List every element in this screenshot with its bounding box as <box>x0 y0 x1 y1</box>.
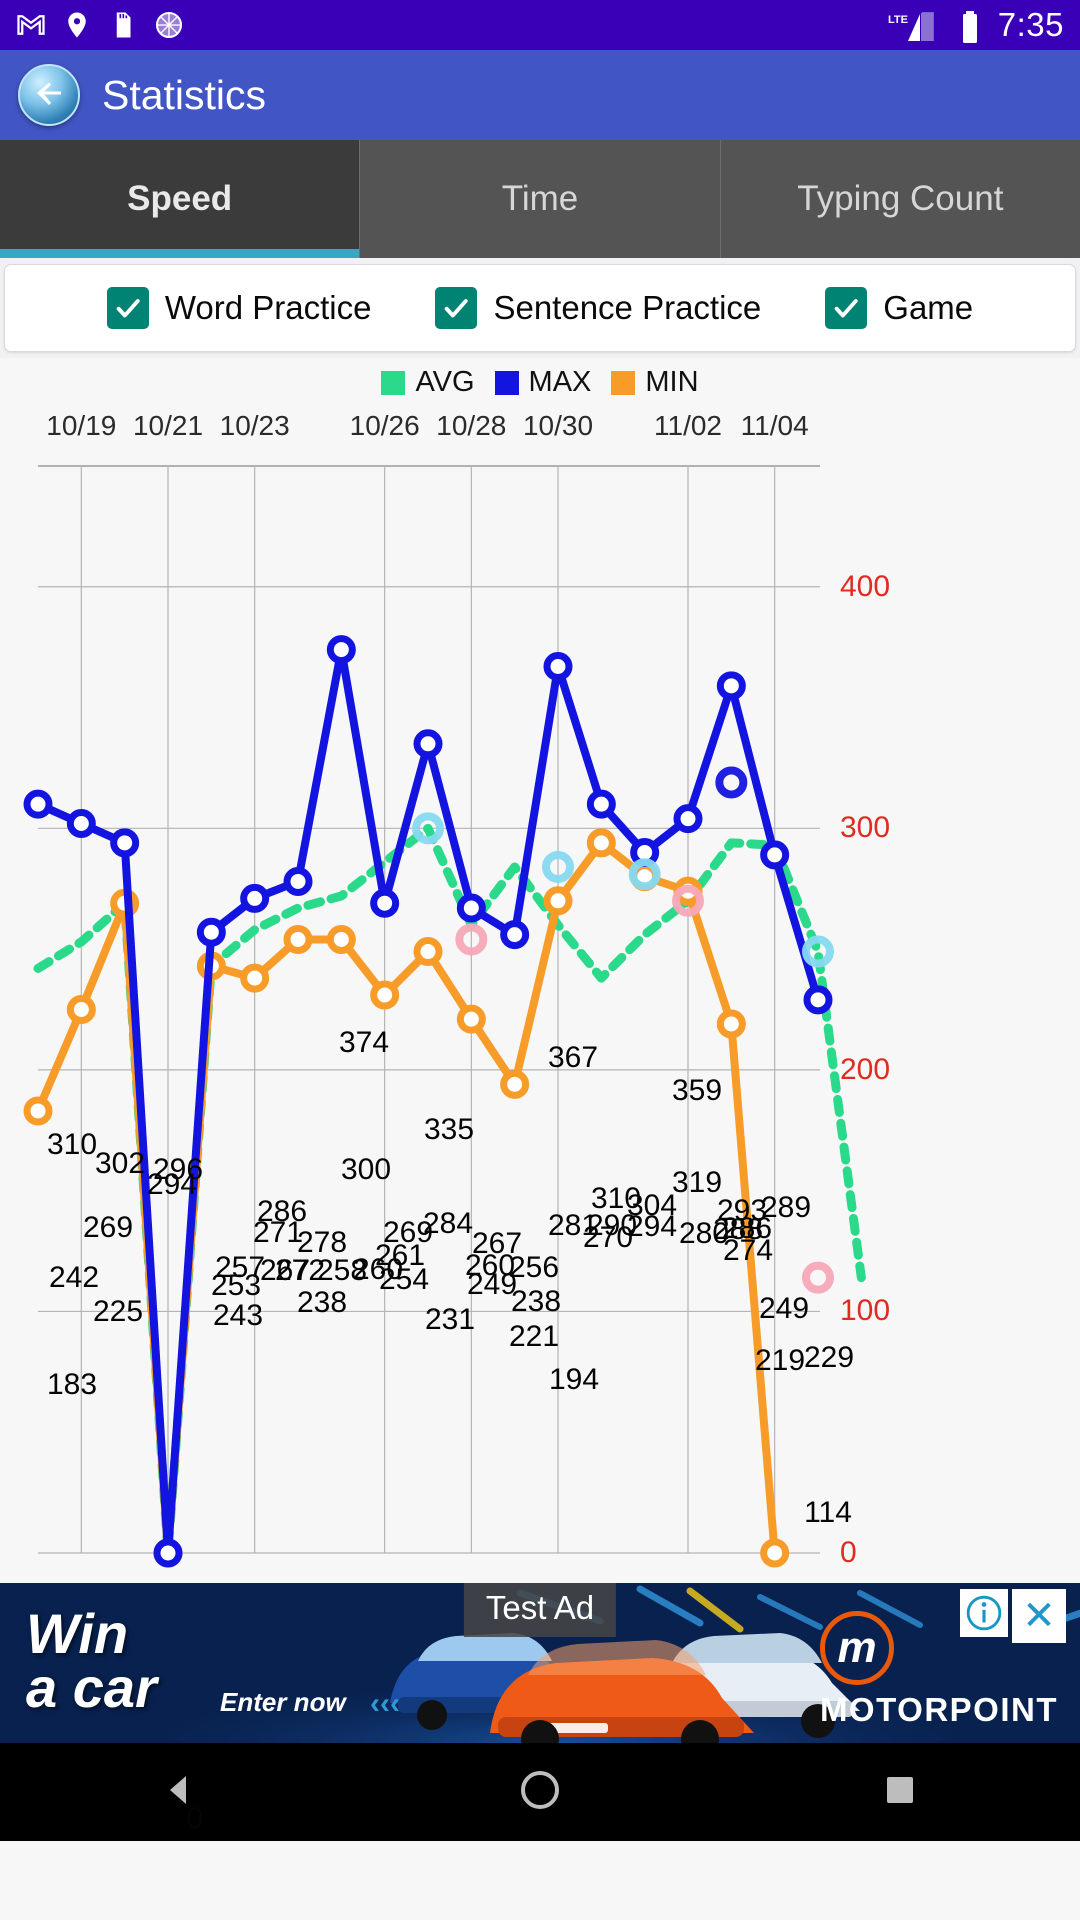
filter-section: Word Practice Sentence Practice Game <box>0 258 1080 358</box>
filter-card: Word Practice Sentence Practice Game <box>4 264 1076 352</box>
location-icon <box>62 10 92 40</box>
checkbox-sentence-practice[interactable]: Sentence Practice <box>435 287 761 329</box>
sd-card-icon <box>108 10 138 40</box>
nav-back-button[interactable] <box>120 1743 240 1841</box>
circle-loading-icon <box>154 10 184 40</box>
data-point-label: 289 <box>760 1191 812 1224</box>
y-tick-label: 200 <box>840 1052 891 1086</box>
ad-headline-line1: Win <box>26 1602 129 1665</box>
tab-speed[interactable]: Speed <box>0 140 361 258</box>
data-point-label: 284 <box>422 1207 474 1240</box>
data-point-label: 286 <box>256 1195 308 1228</box>
tab-time-label: Time <box>501 179 579 218</box>
y-tick-label: 100 <box>840 1294 891 1328</box>
data-point-label: 231 <box>424 1303 476 1336</box>
checkbox-game-label: Game <box>883 289 974 326</box>
ad-banner[interactable]: Win a car Enter now ‹‹‹ m MOTORPOINT Tes… <box>0 1583 1080 1743</box>
square-recents-icon <box>880 1770 920 1815</box>
data-point-label: 254 <box>378 1263 430 1296</box>
data-point-label: 0 <box>186 1802 204 1835</box>
lte-signal-icon: LTE <box>886 10 948 41</box>
circle-home-icon <box>518 1768 562 1817</box>
nav-home-button[interactable] <box>480 1743 600 1841</box>
data-point-label: 194 <box>548 1363 600 1396</box>
tab-time[interactable]: Time <box>360 140 721 258</box>
data-point-label: 249 <box>758 1292 810 1325</box>
status-bar-right-icons: LTE 7:35 <box>886 6 1064 44</box>
chart-plot <box>23 465 866 1568</box>
data-point-label: 114 <box>804 1496 852 1529</box>
y-tick-label: 400 <box>840 569 891 603</box>
checkbox-word-practice-label: Word Practice <box>164 289 372 326</box>
speed-chart: AVG MAX MIN 10/19 10/21 10/23 10/26 10/28 10/… <box>0 358 1080 1834</box>
data-point-label: 359 <box>671 1074 723 1107</box>
check-icon <box>435 287 478 329</box>
info-icon[interactable] <box>960 1589 1008 1637</box>
battery-icon <box>960 10 980 43</box>
checkbox-word-practice[interactable]: Word Practice <box>106 287 372 329</box>
data-point-label: 243 <box>212 1299 264 1332</box>
data-point-label: 310 <box>46 1128 98 1161</box>
ad-logo-icon: m <box>820 1611 894 1685</box>
ad-cta: Enter now <box>220 1687 346 1717</box>
ad-headline-line2: a car <box>26 1655 157 1719</box>
data-point-label: 238 <box>296 1286 348 1319</box>
app-bar: Statistics <box>0 50 1080 140</box>
data-point-label: 319 <box>671 1166 723 1199</box>
data-point-label: 374 <box>338 1026 390 1059</box>
back-arrow-icon <box>31 75 67 116</box>
data-point-label: 242 <box>48 1261 100 1294</box>
data-point-label: 183 <box>46 1368 98 1401</box>
android-nav-bar <box>0 1743 1080 1841</box>
data-point-label: 225 <box>92 1295 144 1328</box>
data-point-label: 300 <box>340 1153 392 1186</box>
data-point-label: 229 <box>803 1341 855 1374</box>
data-point-label: 294 <box>626 1210 678 1243</box>
svg-text:LTE: LTE <box>888 14 908 26</box>
checkbox-game[interactable]: Game <box>825 287 973 329</box>
y-tick-label: 300 <box>840 811 891 845</box>
ad-chevrons: ‹‹‹ <box>370 1687 400 1720</box>
data-point-label: 253 <box>210 1269 262 1302</box>
tab-speed-label: Speed <box>127 179 233 218</box>
status-bar: LTE 7:35 <box>0 0 1080 50</box>
check-icon <box>825 287 868 329</box>
close-icon[interactable]: ✕ <box>1012 1589 1066 1643</box>
data-point-label: 294 <box>146 1168 198 1201</box>
tab-bar: Speed Time Typing Count <box>0 140 1080 258</box>
ad-brand-name: MOTORPOINT <box>819 1691 1058 1728</box>
ad-headline: Win a car <box>26 1602 157 1719</box>
page-title: Statistics <box>102 71 267 118</box>
data-point-label: 238 <box>510 1285 562 1318</box>
data-point-label: 221 <box>508 1320 560 1353</box>
status-bar-left-icons <box>16 10 184 40</box>
back-button[interactable] <box>18 64 80 126</box>
gmail-icon <box>16 10 46 40</box>
y-tick-label: 0 <box>840 1536 857 1569</box>
data-point-label: 269 <box>82 1211 134 1244</box>
data-point-label: 335 <box>423 1113 475 1146</box>
ad-test-label: Test Ad <box>463 1583 617 1637</box>
nav-recents-button[interactable] <box>840 1743 960 1841</box>
data-point-label: 219 <box>754 1344 806 1377</box>
tab-typing-count[interactable]: Typing Count <box>720 140 1080 258</box>
checkbox-sentence-practice-label: Sentence Practice <box>493 289 762 326</box>
check-icon <box>106 287 149 329</box>
data-point-label: 302 <box>94 1147 146 1180</box>
data-point-label: 367 <box>547 1041 599 1074</box>
data-point-label: 274 <box>722 1234 774 1267</box>
tab-typing-count-label: Typing Count <box>797 179 1004 218</box>
data-point-label: 256 <box>508 1251 560 1284</box>
status-bar-clock: 7:35 <box>997 6 1064 43</box>
